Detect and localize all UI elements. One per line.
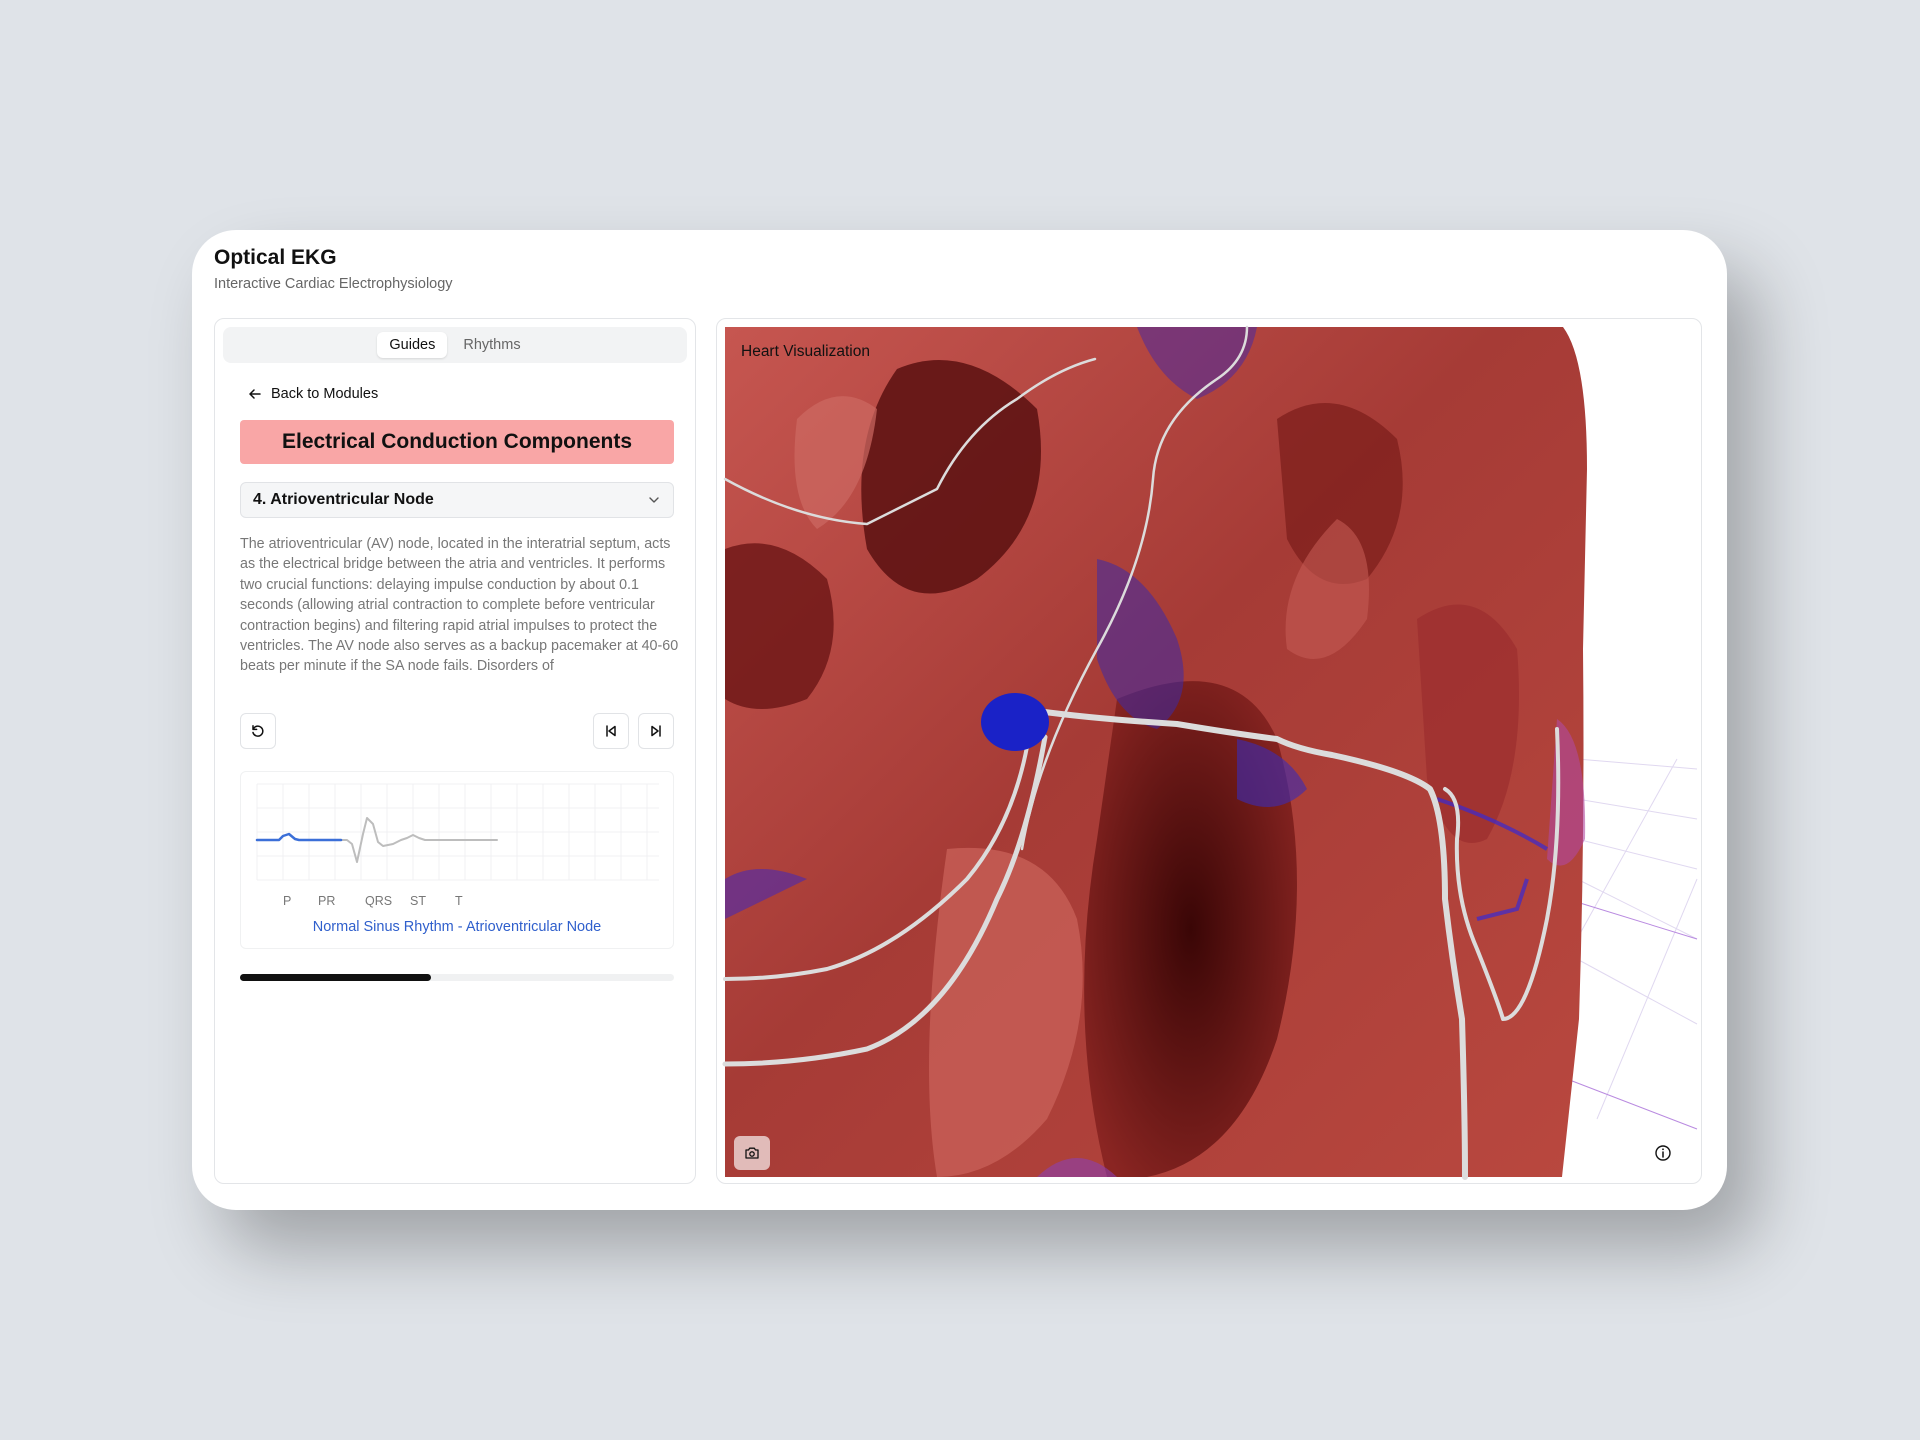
wave-label-st: ST: [410, 894, 426, 908]
section-description: The atrioventricular (AV) node, located …: [240, 536, 679, 675]
guide-progress-fill: [240, 974, 431, 981]
arrow-left-icon: [249, 389, 261, 399]
wave-label-qrs: QRS: [365, 894, 393, 908]
ekg-highlight-segment: [255, 832, 343, 842]
tab-guides[interactable]: Guides: [377, 332, 448, 358]
skip-back-icon: [606, 725, 616, 737]
guide-progress-bar: [240, 974, 674, 981]
tab-bar: Guides Rhythms: [223, 327, 687, 363]
section-select-value: 4. Atrioventricular Node: [253, 491, 434, 508]
reset-button[interactable]: [240, 713, 276, 749]
module-title: Electrical Conduction Components: [240, 420, 674, 464]
ekg-waveform-card: P PR QRS ST T Normal Sinus Rhythm - Atri…: [240, 771, 674, 949]
back-link-label: Back to Modules: [271, 386, 379, 402]
chevron-down-icon: [649, 497, 659, 503]
screenshot-button[interactable]: [734, 1136, 770, 1170]
camera-icon: [745, 1147, 759, 1159]
heart-visualization-panel: Heart Visualization: [716, 318, 1702, 1184]
av-node-marker[interactable]: [981, 693, 1049, 751]
rotate-ccw-icon: [252, 725, 264, 737]
ekg-caption: Normal Sinus Rhythm - Atrioventricular N…: [312, 919, 602, 935]
app-title: Optical EKG: [214, 246, 337, 269]
section-select[interactable]: 4. Atrioventricular Node: [240, 482, 674, 518]
floor-grid: [1576, 758, 1698, 1120]
wave-label-pr: PR: [318, 894, 336, 908]
back-to-modules-link[interactable]: Back to Modules: [247, 386, 378, 402]
app-subtitle: Interactive Cardiac Electrophysiology: [214, 276, 453, 292]
tab-rhythms[interactable]: Rhythms: [451, 332, 532, 358]
skip-forward-icon: [651, 725, 661, 737]
visualization-label: Heart Visualization: [741, 343, 870, 360]
app-window: Optical EKG Interactive Cardiac Electrop…: [192, 230, 1727, 1210]
wave-label-p: P: [283, 894, 292, 908]
wave-labels: P PR QRS ST T: [241, 894, 673, 910]
info-icon[interactable]: [1653, 1143, 1673, 1163]
ekg-trace: [340, 817, 498, 863]
heart-3d-viewport[interactable]: [717, 319, 1702, 1184]
next-button[interactable]: [638, 713, 674, 749]
guide-panel: Guides Rhythms Back to Modules Electrica…: [214, 318, 696, 1184]
previous-button[interactable]: [593, 713, 629, 749]
wave-label-t: T: [455, 894, 463, 908]
